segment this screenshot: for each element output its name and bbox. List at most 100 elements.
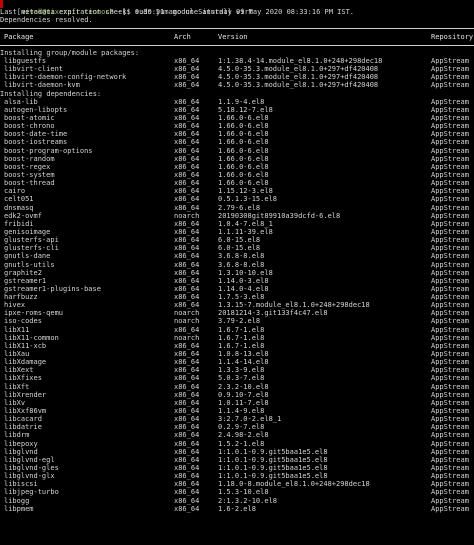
package-repository: AppStream — [431, 113, 469, 122]
package-repository: AppStream — [431, 187, 469, 196]
package-name: libXfixes — [4, 374, 42, 383]
package-arch: x86_64 — [174, 276, 200, 285]
package-name: boost-random — [4, 154, 55, 163]
package-name: harfbuzz — [4, 293, 38, 302]
table-row: libXrender x86_64 0.9.10-7.el8 AppStream — [0, 391, 474, 399]
package-repository: AppStream — [431, 284, 469, 293]
package-name: libepoxy — [4, 439, 38, 448]
package-repository: AppStream — [431, 276, 469, 285]
table-row: gstreamer1 x86_64 1.14.0-3.el8 AppStream — [0, 277, 474, 285]
package-arch: x86_64 — [174, 455, 200, 464]
package-arch: x86_64 — [174, 431, 200, 440]
package-repository: AppStream — [431, 447, 469, 456]
package-name: libXrender — [4, 390, 47, 399]
table-row: boost-random x86_64 1.66.0-6.el8 AppStream — [0, 155, 474, 163]
package-repository: AppStream — [431, 244, 469, 253]
header-repository: Repository — [431, 32, 474, 41]
package-version: 4.5.0-35.3.module_el8.1.0+297+df420408 — [218, 81, 379, 90]
package-arch: x86_64 — [174, 293, 200, 302]
package-version: 1:1.0.1-0.9.git5baa1e5.el8 — [218, 464, 328, 473]
package-arch: x86_64 — [174, 203, 200, 212]
package-repository: AppStream — [431, 211, 469, 220]
package-arch: x86_64 — [174, 358, 200, 367]
package-version: 1.0.11-7.el8 — [218, 398, 269, 407]
package-repository: AppStream — [431, 423, 469, 432]
package-version: 1.0.8-13.el8 — [218, 350, 269, 359]
package-version: 5.0.3-7.el8 — [218, 374, 265, 383]
table-row: libglvnd-glx x86_64 1:1.0.1-0.9.git5baa1e5… — [0, 472, 474, 480]
package-version: 1:1.0.1-0.9.git5baa1e5.el8 — [218, 447, 328, 456]
package-arch: x86_64 — [174, 268, 200, 277]
package-arch: x86_64 — [174, 56, 200, 65]
package-repository: AppStream — [431, 488, 469, 497]
table-row: edk2-ovmf noarch 20190308git89910a39dcfd-6… — [0, 212, 474, 220]
table-row: libXdamage x86_64 1.1.4-14.el8 AppStream — [0, 358, 474, 366]
package-arch: x86_64 — [174, 154, 200, 163]
cursor-marker — [0, 0, 3, 8]
table-row: hivex x86_64 1.3.15-7.module_el8.1.0+248+2… — [0, 301, 474, 309]
table-row: libvirt-client x86_64 4.5.0-35.3.module_el… — [0, 65, 474, 73]
package-name: libdatrie — [4, 423, 42, 432]
package-repository: AppStream — [431, 170, 469, 179]
metadata-message: Last metadata expiration check: 0:30:51 … — [0, 8, 355, 17]
package-name: boost-system — [4, 170, 55, 179]
table-row: glusterfs-cli x86_64 6.0-15.el8 AppStream — [0, 244, 474, 252]
package-repository: AppStream — [431, 504, 469, 513]
package-version: 1.66.0-6.el8 — [218, 113, 269, 122]
package-repository: AppStream — [431, 333, 469, 342]
package-version: 3.79-2.el8 — [218, 317, 261, 326]
package-name: gnutls-utils — [4, 260, 55, 269]
package-name: libX11 — [4, 325, 30, 334]
table-row: libX11-xcb x86_64 1.6.7-1.el8 AppStream — [0, 342, 474, 350]
table-row: libcacard x86_64 3:2.7.0-2.el8_1 AppStream — [0, 415, 474, 423]
table-row: libjpeg-turbo x86_64 1.5.3-10.el8 AppStream — [0, 488, 474, 496]
package-arch: x86_64 — [174, 227, 200, 236]
table-row: libpmem x86_64 1.6-2.el8 AppStream — [0, 505, 474, 513]
header-arch: Arch — [174, 32, 191, 41]
table-row: libXau x86_64 1.0.8-13.el8 AppStream — [0, 350, 474, 358]
package-repository: AppStream — [431, 105, 469, 114]
package-name: boost-regex — [4, 162, 51, 171]
package-arch: x86_64 — [174, 382, 200, 391]
package-arch: noarch — [174, 309, 200, 318]
package-name: libogg — [4, 496, 30, 505]
table-row: boost-date-time x86_64 1.66.0-6.el8 AppStre… — [0, 130, 474, 138]
table-row: celt051 x86_64 0.5.1.3-15.el8 AppStream — [0, 195, 474, 203]
table-row: libXfixes x86_64 5.0.3-7.el8 AppStream — [0, 374, 474, 382]
package-name: libglvnd-egl — [4, 455, 55, 464]
package-version: 20181214-3.git133f4c47.el8 — [218, 309, 328, 318]
package-name: gnutls-dane — [4, 252, 51, 261]
package-repository: AppStream — [431, 374, 469, 383]
package-arch: x86_64 — [174, 423, 200, 432]
package-arch: x86_64 — [174, 162, 200, 171]
package-version: 1.15.12-3.el8 — [218, 187, 273, 196]
package-name: libglvnd-gles — [4, 464, 59, 473]
table-top-rule — [0, 24, 474, 32]
package-version: 0.2.9-7.el8 — [218, 423, 265, 432]
package-arch: x86_64 — [174, 464, 200, 473]
package-name: libXxf86vm — [4, 407, 47, 416]
package-arch: x86_64 — [174, 301, 200, 310]
package-name: genisoimage — [4, 227, 51, 236]
package-repository: AppStream — [431, 81, 469, 90]
package-version: 3.6.8-8.el8 — [218, 252, 265, 261]
package-version: 1.66.0-6.el8 — [218, 122, 269, 131]
package-arch: x86_64 — [174, 236, 200, 245]
package-version: 1.6.7-1.el8 — [218, 333, 265, 342]
table-row: gnutls-utils x86_64 3.6.8-8.el8 AppStream — [0, 261, 474, 269]
terminal-window[interactable]: [vivek@nixcraft-centos8 ~]$ sudo yum mod… — [0, 0, 474, 545]
package-version: 1.66.0-6.el8 — [218, 162, 269, 171]
package-version: 4.5.0-35.3.module_el8.1.0+297+df420408 — [218, 73, 379, 82]
package-name: libpmem — [4, 504, 34, 513]
package-repository: AppStream — [431, 260, 469, 269]
package-arch: x86_64 — [174, 65, 200, 74]
package-version: 1.1.11-39.el8 — [218, 227, 273, 236]
table-row: libXext x86_64 1.3.3-9.el8 AppStream — [0, 366, 474, 374]
table-row: libvirt-daemon-kvm x86_64 4.5.0-35.3.modul… — [0, 81, 474, 89]
package-name: libglvnd — [4, 447, 38, 456]
package-version: 1:1.38.4-14.module_el8.1.0+248+298dec18 — [218, 56, 383, 65]
package-version: 3:2.7.0-2.el8_1 — [218, 415, 282, 424]
package-arch: x86_64 — [174, 105, 200, 114]
table-row: libglvnd-gles x86_64 1:1.0.1-0.9.git5baa1e… — [0, 464, 474, 472]
package-version: 1.66.0-6.el8 — [218, 130, 269, 139]
